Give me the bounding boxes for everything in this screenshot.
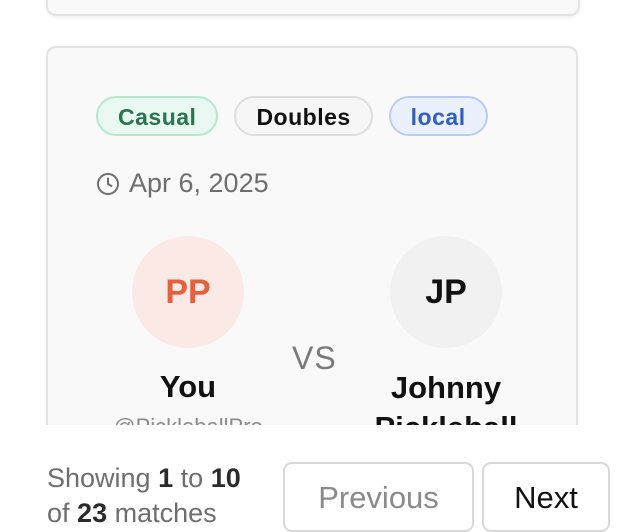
showing-prefix: Showing	[47, 463, 151, 493]
previous-page-button[interactable]: Previous	[283, 462, 474, 532]
player-you[interactable]: PP You @PickleballPro	[88, 236, 288, 425]
avatar: PP	[132, 236, 244, 348]
vs-label: VS	[292, 340, 337, 376]
match-list: Casual Doubles local Apr 6, 2025 PP You …	[0, 0, 626, 425]
match-badges: Casual Doubles local	[96, 96, 488, 136]
match-players: PP You @PickleballPro VS JP Johnny Pickl…	[48, 236, 576, 425]
player-name: Johnny Pickleball	[346, 368, 546, 425]
to-word: to	[180, 463, 204, 493]
player-name-line1: Johnny	[390, 370, 502, 405]
clock-icon	[96, 172, 120, 196]
match-card[interactable]: Casual Doubles local Apr 6, 2025 PP You …	[46, 46, 578, 425]
pagination-bar: Showing 1 to 10 of 23 matches Previous N…	[0, 425, 626, 532]
next-page-button[interactable]: Next	[482, 462, 610, 532]
player-name: You	[159, 369, 217, 404]
player-name-line2: Pickleball	[374, 410, 517, 425]
match-date-text: Apr 6, 2025	[129, 168, 269, 198]
pagination-summary: Showing 1 to 10 of 23 matches	[47, 461, 267, 531]
badge-local: local	[388, 96, 488, 136]
previous-match-card[interactable]	[46, 0, 580, 16]
total-count: 23	[77, 498, 108, 528]
player-handle: @PickleballPro	[88, 414, 288, 425]
avatar: JP	[390, 236, 502, 348]
range-start: 1	[158, 463, 174, 493]
match-date: Apr 6, 2025	[96, 168, 269, 199]
badge-doubles: Doubles	[234, 96, 373, 136]
range-end: 10	[210, 463, 241, 493]
of-word: of	[47, 498, 70, 528]
player-opponent[interactable]: JP Johnny Pickleball	[346, 236, 546, 425]
badge-casual: Casual	[96, 96, 219, 136]
summary-suffix: matches	[114, 498, 217, 528]
